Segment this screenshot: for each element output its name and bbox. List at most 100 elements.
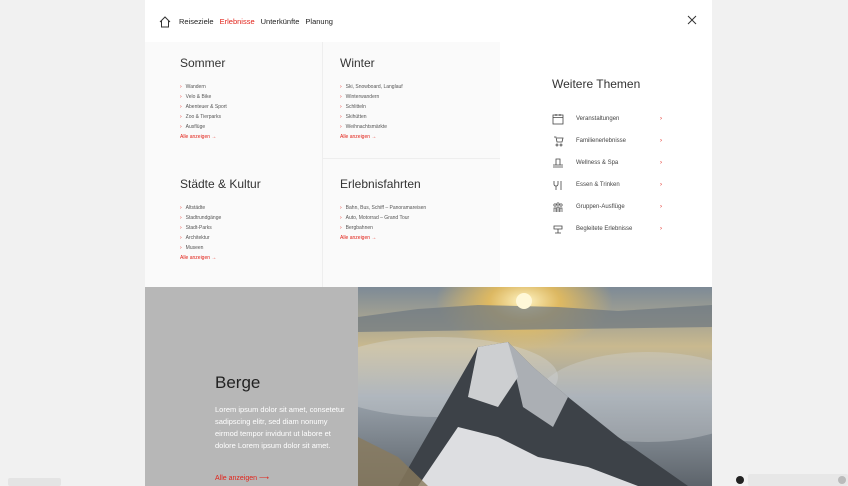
theme-label: Familienerlebnisse [576,138,627,144]
section-title: Winter [340,56,375,70]
chevron-right-icon: › [180,215,182,221]
section-list: › Bahn, Bus, Schiff – Panoramareisen › Aut… [340,203,490,233]
theme-link-familienerlebnisse[interactable]: Familienerlebnisse › [552,135,662,147]
mountain-photo [358,287,712,486]
theme-link-essen-trinken[interactable]: Essen & Trinken › [552,179,662,191]
hero-description: Lorem ipsum dolor sit amet, consetetur s… [215,405,345,450]
guide-icon [553,225,563,234]
viewer-toolbar [736,474,848,486]
list-item[interactable]: › Museen [180,243,315,253]
section-title: Erlebnisfahrten [340,177,421,191]
hero-text-panel: Berge Lorem ipsum dolor sit amet, conset… [145,287,358,486]
credit-badge [8,478,61,486]
list-item[interactable]: › Bergbahnen [340,223,490,233]
theme-label: Gruppen-Ausflüge [576,204,625,210]
section-title: Sommer [180,56,226,70]
chevron-right-icon: › [340,124,342,130]
theme-link-gruppen-ausfluege[interactable]: Gruppen-Ausflüge › [552,201,662,213]
chevron-right-icon: › [660,116,662,122]
toggle-switch[interactable] [838,476,846,484]
list-item[interactable]: › Auto, Motorrad – Grand Tour [340,213,490,223]
chevron-right-icon: › [340,84,342,90]
hero-teaser: Berge Lorem ipsum dolor sit amet, conset… [145,287,712,486]
dining-icon [553,181,562,190]
list-item[interactable]: › Abenteuer & Sport [180,102,315,112]
list-item[interactable]: › Stadtrundgänge [180,213,315,223]
mega-menu-panel: Reiseziele Erlebnisse Unterkünfte Planun… [145,0,712,486]
list-item[interactable]: › Architektur [180,233,315,243]
chevron-right-icon: › [180,205,182,211]
help-icon[interactable] [736,476,744,484]
list-item[interactable]: › Bahn, Bus, Schiff – Panoramareisen [340,203,490,213]
list-item[interactable]: › Wandern [180,82,315,92]
chevron-right-icon: › [340,225,342,231]
section-sommer: Sommer › Wandern › Velo & Bike › Abenteuer … [180,56,315,140]
list-item[interactable]: › Schlitteln [340,102,490,112]
section-winter: Winter › Ski, Snowboard, Langlauf › Winter… [340,56,490,140]
list-item[interactable]: › Zoo & Tierparks [180,112,315,122]
divider [322,158,500,159]
home-icon[interactable] [158,15,172,29]
list-item[interactable]: › Winterwandern [340,92,490,102]
close-icon[interactable] [686,14,698,26]
stroller-icon [554,136,564,147]
list-item[interactable]: › Weihnachtsmärkte [340,122,490,132]
theme-link-wellness-spa[interactable]: Wellness & Spa › [552,157,662,169]
show-all-link[interactable]: Alle anzeigen → [180,255,315,261]
show-all-link[interactable]: Alle anzeigen → [340,235,490,241]
list-item[interactable]: › Skihütten [340,112,490,122]
show-all-link[interactable]: Alle anzeigen → [180,134,315,140]
chevron-right-icon: › [660,182,662,188]
chevron-right-icon: › [660,160,662,166]
chevron-right-icon: › [180,245,182,251]
list-item[interactable]: › Velo & Bike [180,92,315,102]
chevron-right-icon: › [180,94,182,100]
section-erlebnisfahrten: Erlebnisfahrten › Bahn, Bus, Schiff – Pan… [340,177,490,241]
section-list: › Wandern › Velo & Bike › Abenteuer & Sport… [180,82,315,132]
themes-title: Weitere Themen [552,77,641,91]
chevron-right-icon: › [340,205,342,211]
theme-label: Veranstaltungen [576,116,620,122]
list-item[interactable]: › Ski, Snowboard, Langlauf [340,82,490,92]
top-navigation: Reiseziele Erlebnisse Unterkünfte Planun… [145,0,712,43]
show-all-link[interactable]: Alle anzeigen → [340,134,490,140]
list-item[interactable]: › Stadt-Parks [180,223,315,233]
section-list: › Altstädte › Stadtrundgänge › Stadt-Parks … [180,203,315,253]
chevron-right-icon: › [180,84,182,90]
hero-image [358,287,712,486]
nav-link-planung[interactable]: Planung [305,17,333,26]
list-item[interactable]: › Ausflüge [180,122,315,132]
section-list: › Ski, Snowboard, Langlauf › Winterwandern… [340,82,490,132]
nav-link-unterkuenfte[interactable]: Unterkünfte [261,17,300,26]
chevron-right-icon: › [660,204,662,210]
chevron-right-icon: › [180,104,182,110]
nav-link-erlebnisse[interactable]: Erlebnisse [220,17,255,26]
nav-links: Reiseziele Erlebnisse Unterkünfte Planun… [179,17,333,26]
chevron-right-icon: › [660,138,662,144]
hero-show-all-link[interactable]: Alle anzeigen ⟶ [215,474,269,482]
chevron-right-icon: › [340,114,342,120]
chevron-right-icon: › [180,114,182,120]
chevron-right-icon: › [180,124,182,130]
section-staedte-kultur: Städte & Kultur › Altstädte › Stadtrundgän… [180,177,315,261]
chevron-right-icon: › [340,104,342,110]
theme-link-veranstaltungen[interactable]: Veranstaltungen › [552,113,662,125]
chevron-right-icon: › [180,225,182,231]
list-item[interactable]: › Altstädte [180,203,315,213]
theme-label: Essen & Trinken [576,182,620,188]
theme-label: Wellness & Spa [576,160,619,166]
divider [322,42,323,287]
group-icon [553,202,563,212]
theme-label: Begleitete Erlebnisse [576,226,633,232]
section-title: Städte & Kultur [180,177,261,191]
calendar-icon [552,114,564,125]
toolbar-bar[interactable] [748,474,848,486]
chevron-right-icon: › [180,235,182,241]
chevron-right-icon: › [340,94,342,100]
nav-link-reiseziele[interactable]: Reiseziele [179,17,214,26]
spa-icon [553,158,563,168]
chevron-right-icon: › [660,226,662,232]
more-themes-panel: Weitere Themen Veranstaltungen › Familie… [500,42,712,287]
theme-link-begleitete-erlebnisse[interactable]: Begleitete Erlebnisse › [552,223,662,235]
chevron-right-icon: › [340,215,342,221]
